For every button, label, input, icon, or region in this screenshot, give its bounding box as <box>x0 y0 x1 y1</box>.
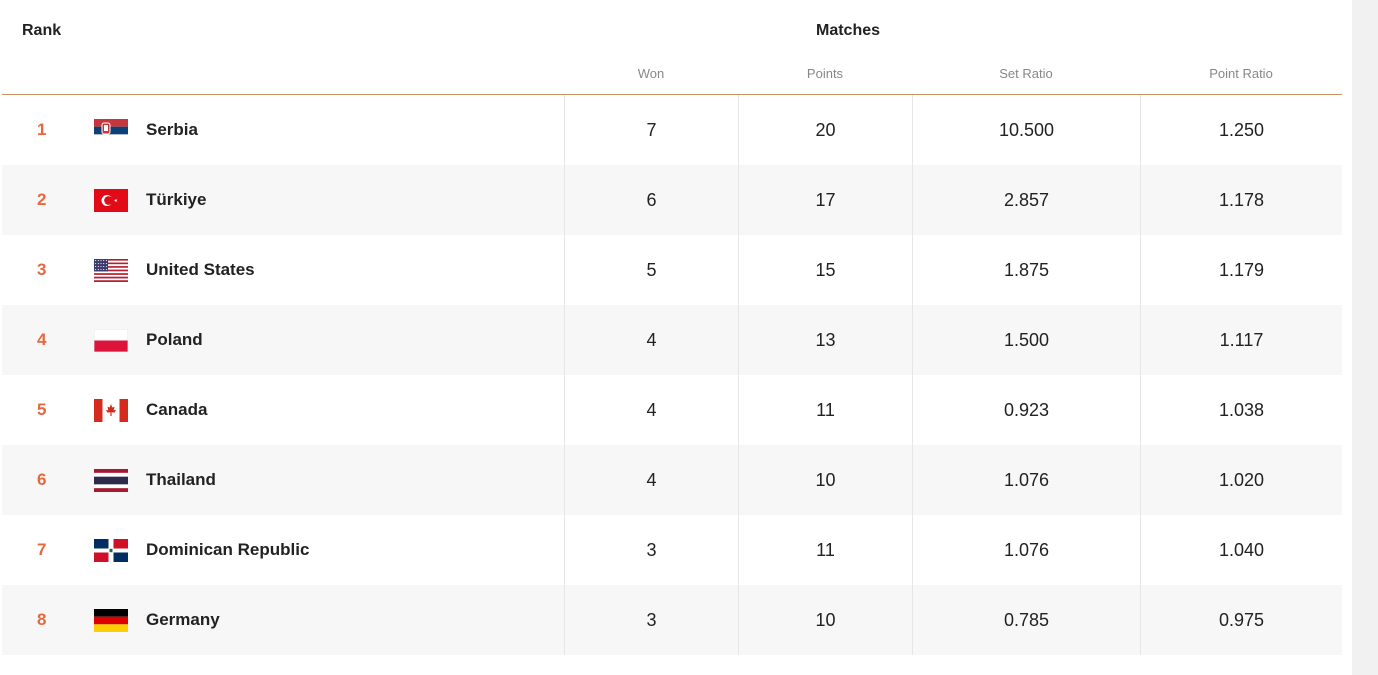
country-name-link[interactable]: Poland <box>146 305 546 375</box>
table-row[interactable]: 2 Türkiye 6 17 2.857 1.178 <box>2 165 1342 235</box>
table-row[interactable]: 3 United States 5 15 1.875 1.179 <box>2 235 1342 305</box>
points-cell: 10 <box>738 585 912 655</box>
point-ratio-cell: 1.178 <box>1140 165 1342 235</box>
rank-cell: 4 <box>37 330 47 349</box>
rank-cell: 6 <box>37 470 47 489</box>
point-ratio-cell: 1.117 <box>1140 305 1342 375</box>
poland-flag-icon <box>94 305 130 375</box>
won-cell: 4 <box>564 445 738 515</box>
germany-flag-icon <box>94 585 130 655</box>
table-row[interactable]: 4 Poland 4 13 1.500 1.117 <box>2 305 1342 375</box>
set-ratio-cell: 1.500 <box>912 305 1140 375</box>
country-name-link[interactable]: Germany <box>146 585 546 655</box>
rank-column-header: Rank <box>22 22 62 39</box>
won-cell: 7 <box>564 95 738 165</box>
won-cell: 4 <box>564 375 738 445</box>
won-column-header[interactable]: Won <box>564 66 738 81</box>
points-cell: 20 <box>738 95 912 165</box>
point-ratio-cell: 1.038 <box>1140 375 1342 445</box>
won-cell: 5 <box>564 235 738 305</box>
points-cell: 13 <box>738 305 912 375</box>
point-ratio-cell: 1.040 <box>1140 515 1342 585</box>
table-row[interactable]: 7 Dominican Republic 3 11 1.076 1.040 <box>2 515 1342 585</box>
point-ratio-cell: 1.020 <box>1140 445 1342 515</box>
rank-cell: 2 <box>37 190 47 209</box>
table-header-top: Rank Matches <box>2 0 1342 62</box>
set-ratio-cell: 0.785 <box>912 585 1140 655</box>
set-ratio-cell: 10.500 <box>912 95 1140 165</box>
table-header-sub: Won Points Set Ratio Point Ratio <box>2 62 1342 95</box>
serbia-flag-icon <box>94 95 130 165</box>
rank-cell: 5 <box>37 400 47 419</box>
won-cell: 3 <box>564 585 738 655</box>
rank-cell: 3 <box>37 260 47 279</box>
points-cell: 17 <box>738 165 912 235</box>
table-row[interactable]: 6 Thailand 4 10 1.076 1.020 <box>2 445 1342 515</box>
country-name-link[interactable]: Serbia <box>146 95 546 165</box>
table-body: 1 Serbia 7 20 10.500 1.250 2 Türkiye 6 17 2.857 1.1… <box>2 95 1342 655</box>
won-cell: 3 <box>564 515 738 585</box>
set-ratio-cell: 1.076 <box>912 445 1140 515</box>
standings-table: Rank Matches Won Points Set Ratio Point … <box>2 0 1342 655</box>
thailand-flag-icon <box>94 445 130 515</box>
rank-cell: 8 <box>37 610 47 629</box>
rank-cell: 7 <box>37 540 47 559</box>
country-name-link[interactable]: Thailand <box>146 445 546 515</box>
vertical-scrollbar[interactable] <box>1352 0 1378 675</box>
dominican-republic-flag-icon <box>94 515 130 585</box>
turkiye-flag-icon <box>94 165 130 235</box>
canada-flag-icon <box>94 375 130 445</box>
set-ratio-cell: 2.857 <box>912 165 1140 235</box>
matches-group-header: Matches <box>816 22 881 39</box>
table-row[interactable]: 1 Serbia 7 20 10.500 1.250 <box>2 95 1342 165</box>
points-cell: 10 <box>738 445 912 515</box>
table-row[interactable]: 8 Germany 3 10 0.785 0.975 <box>2 585 1342 655</box>
point-ratio-cell: 1.179 <box>1140 235 1342 305</box>
table-row[interactable]: 5 Canada 4 11 0.923 1.038 <box>2 375 1342 445</box>
points-cell: 11 <box>738 375 912 445</box>
rank-cell: 1 <box>37 120 47 139</box>
points-cell: 15 <box>738 235 912 305</box>
set-ratio-cell: 0.923 <box>912 375 1140 445</box>
won-cell: 4 <box>564 305 738 375</box>
won-cell: 6 <box>564 165 738 235</box>
point-ratio-column-header[interactable]: Point Ratio <box>1140 66 1342 81</box>
country-name-link[interactable]: Canada <box>146 375 546 445</box>
points-cell: 11 <box>738 515 912 585</box>
set-ratio-cell: 1.875 <box>912 235 1140 305</box>
point-ratio-cell: 1.250 <box>1140 95 1342 165</box>
country-name-link[interactable]: Dominican Republic <box>146 515 546 585</box>
country-name-link[interactable]: United States <box>146 235 546 305</box>
set-ratio-cell: 1.076 <box>912 515 1140 585</box>
united-states-flag-icon <box>94 235 130 305</box>
points-column-header[interactable]: Points <box>738 66 912 81</box>
set-ratio-column-header[interactable]: Set Ratio <box>912 66 1140 81</box>
country-name-link[interactable]: Türkiye <box>146 165 546 235</box>
point-ratio-cell: 0.975 <box>1140 585 1342 655</box>
